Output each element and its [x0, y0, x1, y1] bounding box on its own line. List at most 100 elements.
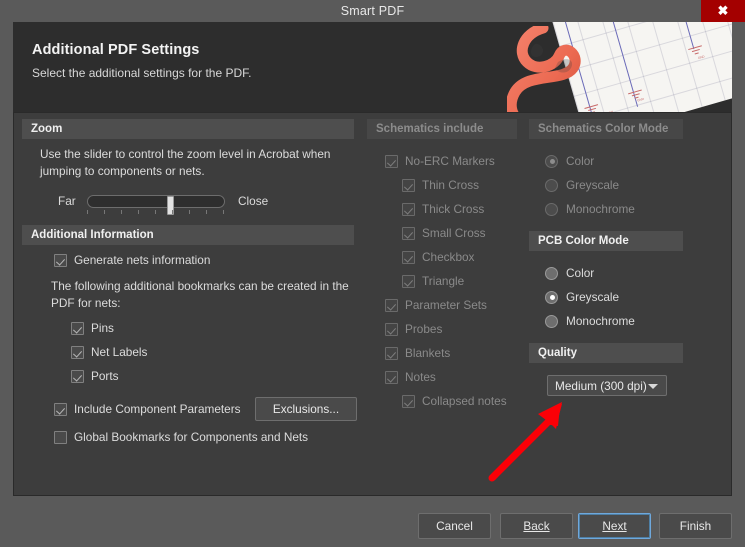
radio-label: Greyscale [566, 290, 619, 304]
bookmarks-note: The following additional bookmarks can b… [51, 278, 351, 312]
checkbox-label: Net Labels [91, 345, 147, 359]
checkbox-label: Generate nets information [74, 253, 210, 267]
checkbox-box [385, 347, 398, 360]
checkbox-triangle: Triangle [402, 274, 464, 288]
schematics-include-header: Schematics include [367, 119, 517, 139]
additional-information-header: Additional Information [22, 225, 354, 245]
zoom-description: Use the slider to control the zoom level… [40, 146, 350, 180]
window-title: Smart PDF [0, 0, 745, 22]
banner-artwork: NetR12_1 RES 100R 0.1W GND_POWER GND GND… [507, 22, 732, 112]
checkbox-box [385, 323, 398, 336]
checkbox-pins[interactable]: Pins [71, 321, 114, 335]
radio-button [545, 203, 558, 216]
radio-button [545, 155, 558, 168]
radio-button[interactable] [545, 267, 558, 280]
zoom-slider-row: Far Close [58, 192, 288, 212]
checkbox-box [385, 299, 398, 312]
checkbox-generate-nets-information[interactable]: Generate nets information [54, 253, 210, 267]
close-icon[interactable]: ✖ [701, 0, 745, 22]
checkbox-box [402, 203, 415, 216]
checkbox-box [402, 179, 415, 192]
checkbox-box [402, 395, 415, 408]
radio-pcb-color[interactable]: Color [545, 266, 594, 280]
checkbox-box[interactable] [71, 370, 84, 383]
quality-dropdown[interactable]: Medium (300 dpi) [547, 375, 667, 396]
checkbox-small-cross: Small Cross [402, 226, 486, 240]
page-title: Additional PDF Settings [32, 42, 199, 58]
radio-button [545, 179, 558, 192]
checkbox-label: Checkbox [422, 250, 474, 264]
checkbox-label: Parameter Sets [405, 298, 487, 312]
checkbox-label: Blankets [405, 346, 450, 360]
radio-label: Greyscale [566, 178, 619, 192]
radio-schematics-greyscale: Greyscale [545, 178, 619, 192]
zoom-group-header: Zoom [22, 119, 354, 139]
checkbox-parameter-sets: Parameter Sets [385, 298, 487, 312]
checkbox-label: Ports [91, 369, 119, 383]
checkbox-box[interactable] [71, 346, 84, 359]
checkbox-box [402, 251, 415, 264]
checkbox-box[interactable] [54, 431, 67, 444]
checkbox-checkbox-marker: Checkbox [402, 250, 474, 264]
checkbox-label: Thin Cross [422, 178, 479, 192]
slider-far-label: Far [58, 194, 76, 208]
radio-pcb-greyscale[interactable]: Greyscale [545, 290, 619, 304]
checkbox-global-bookmarks[interactable]: Global Bookmarks for Components and Nets [54, 430, 308, 444]
radio-label: Monochrome [566, 202, 635, 216]
checkbox-label: Collapsed notes [422, 394, 507, 408]
checkbox-notes: Notes [385, 370, 436, 384]
acrobat-ribbon-icon [507, 26, 623, 112]
dialog-banner: Additional PDF Settings Select the addit… [13, 22, 732, 112]
radio-label: Color [566, 154, 594, 168]
radio-pcb-monochrome[interactable]: Monochrome [545, 314, 635, 328]
checkbox-label: Small Cross [422, 226, 486, 240]
smart-pdf-dialog: Smart PDF ✖ Additional PDF Settings Sele… [0, 0, 745, 547]
title-bar: Smart PDF ✖ [0, 0, 745, 22]
schematics-color-mode-header: Schematics Color Mode [529, 119, 683, 139]
checkbox-thick-cross: Thick Cross [402, 202, 484, 216]
radio-label: Monochrome [566, 314, 635, 328]
next-button[interactable]: Next [578, 513, 651, 539]
back-button[interactable]: Back [500, 513, 573, 539]
settings-panel: Zoom Use the slider to control the zoom … [13, 112, 732, 496]
chevron-down-icon [648, 384, 658, 389]
checkbox-box[interactable] [71, 322, 84, 335]
checkbox-box [402, 227, 415, 240]
annotation-arrow-icon [484, 398, 574, 483]
checkbox-label: Thick Cross [422, 202, 484, 216]
checkbox-thin-cross: Thin Cross [402, 178, 479, 192]
page-subtitle: Select the additional settings for the P… [32, 66, 251, 80]
checkbox-label: No-ERC Markers [405, 154, 495, 168]
checkbox-collapsed-notes: Collapsed notes [402, 394, 507, 408]
radio-schematics-monochrome: Monochrome [545, 202, 635, 216]
slider-close-label: Close [238, 194, 268, 208]
checkbox-box [385, 371, 398, 384]
back-button-label: Back [523, 519, 549, 533]
cancel-button[interactable]: Cancel [418, 513, 491, 539]
radio-schematics-color: Color [545, 154, 594, 168]
checkbox-ports[interactable]: Ports [71, 369, 119, 383]
checkbox-label: Triangle [422, 274, 464, 288]
next-button-label: Next [602, 519, 626, 533]
checkbox-label: Include Component Parameters [74, 402, 241, 416]
quality-header: Quality [529, 343, 683, 363]
checkbox-net-labels[interactable]: Net Labels [71, 345, 147, 359]
checkbox-box [402, 275, 415, 288]
checkbox-label: Probes [405, 322, 442, 336]
checkbox-box[interactable] [54, 254, 67, 267]
zoom-slider-ticks [87, 210, 227, 214]
checkbox-box [385, 155, 398, 168]
checkbox-probes: Probes [385, 322, 442, 336]
dialog-footer: Cancel Back Next Finish [0, 500, 745, 547]
radio-label: Color [566, 266, 594, 280]
quality-selected-value: Medium (300 dpi) [555, 379, 647, 393]
checkbox-box[interactable] [54, 403, 67, 416]
exclusions-button[interactable]: Exclusions... [255, 397, 357, 421]
radio-button[interactable] [545, 291, 558, 304]
checkbox-no-erc-markers: No-ERC Markers [385, 154, 495, 168]
finish-button[interactable]: Finish [659, 513, 732, 539]
checkbox-label: Global Bookmarks for Components and Nets [74, 430, 308, 444]
zoom-slider[interactable] [87, 195, 225, 208]
checkbox-include-component-parameters[interactable]: Include Component Parameters [54, 402, 241, 416]
radio-button[interactable] [545, 315, 558, 328]
